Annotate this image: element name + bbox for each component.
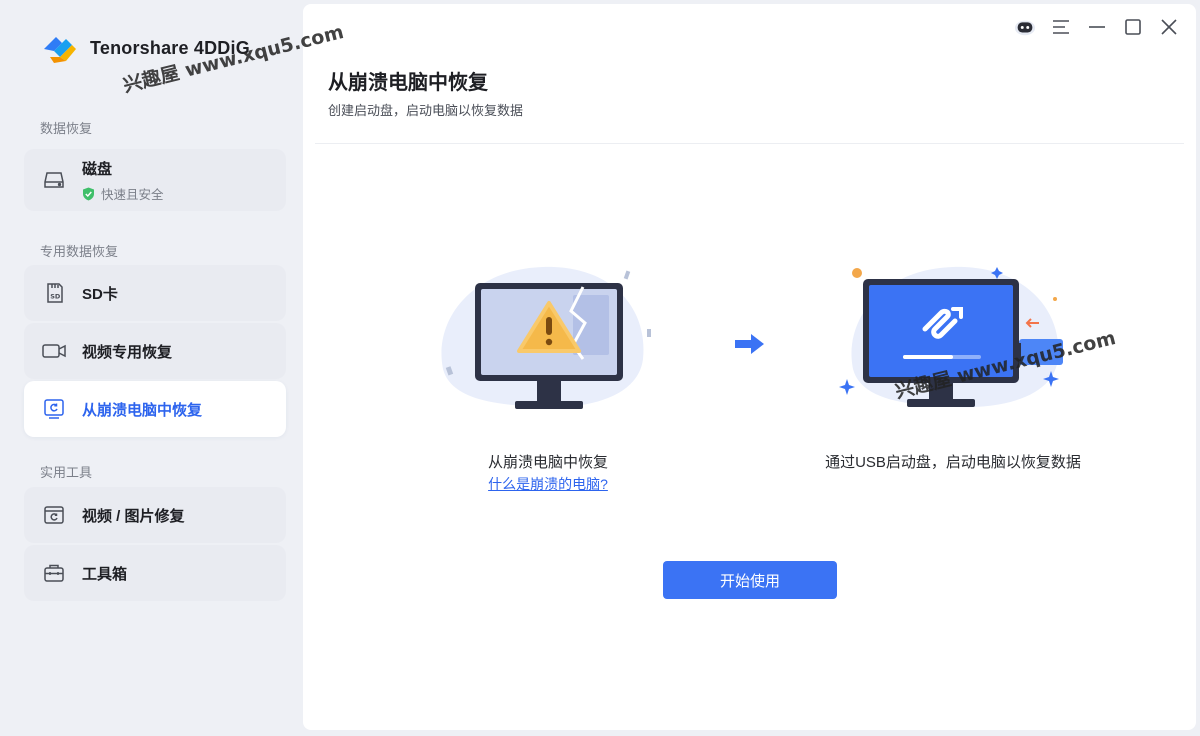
- minimize-icon[interactable]: [1086, 16, 1108, 38]
- crashed-computer-illustration: [433, 259, 653, 419]
- sidebar-item-video-recovery[interactable]: 视频专用恢复: [24, 323, 286, 379]
- video-camera-icon: [41, 338, 67, 364]
- sidebar-item-toolbox[interactable]: 工具箱: [24, 545, 286, 601]
- sidebar-item-photo-repair-label: 视频 / 图片修复: [82, 507, 185, 525]
- robot-feedback-icon[interactable]: [1014, 16, 1036, 38]
- sidebar: Tenorshare 4DDiG 数据恢复 磁盘 快速且安全 专用数据恢复 SD…: [0, 0, 303, 736]
- section-label-special-recovery: 专用数据恢复: [40, 244, 119, 259]
- arrow-right-icon: [734, 332, 766, 356]
- maximize-icon[interactable]: [1122, 16, 1144, 38]
- sidebar-item-disk[interactable]: 磁盘 快速且安全: [24, 149, 286, 211]
- menu-icon[interactable]: [1050, 16, 1072, 38]
- window-controls: [1014, 16, 1180, 38]
- sidebar-item-photo-repair[interactable]: 视频 / 图片修复: [24, 487, 286, 543]
- tenorshare-logo-icon: [40, 27, 82, 69]
- page-title: 从崩溃电脑中恢复: [328, 72, 488, 94]
- sidebar-item-toolbox-label: 工具箱: [82, 565, 128, 583]
- disk-status: 快速且安全: [82, 184, 164, 203]
- start-button[interactable]: 开始使用: [663, 561, 837, 599]
- page-subtitle: 创建启动盘，启动电脑以恢复数据: [328, 103, 524, 118]
- what-is-crashed-computer-link[interactable]: 什么是崩溃的电脑?: [453, 474, 643, 494]
- right-caption: 通过USB启动盘，启动电脑以恢复数据: [825, 454, 1081, 471]
- shield-check-icon: [83, 187, 94, 200]
- photo-repair-icon: [41, 502, 67, 528]
- sidebar-item-crash-recovery[interactable]: 从崩溃电脑中恢复: [24, 381, 286, 437]
- sidebar-item-disk-label: 磁盘: [82, 161, 113, 178]
- disk-status-text: 快速且安全: [101, 188, 164, 202]
- sidebar-item-sd-card[interactable]: SD SD卡: [24, 265, 286, 321]
- sidebar-item-crash-recovery-label: 从崩溃电脑中恢复: [82, 401, 203, 419]
- usb-boot-illustration: [833, 259, 1073, 419]
- section-label-tools: 实用工具: [40, 465, 93, 480]
- toolbox-icon: [41, 560, 67, 586]
- close-icon[interactable]: [1158, 16, 1180, 38]
- main-panel: 从崩溃电脑中恢复 创建启动盘，启动电脑以恢复数据 从崩溃电脑中恢复 什么是崩溃的…: [303, 4, 1196, 730]
- hard-disk-icon: [41, 167, 67, 193]
- sidebar-item-video-recovery-label: 视频专用恢复: [82, 343, 173, 361]
- divider: [315, 143, 1184, 144]
- monitor-refresh-icon: [41, 396, 67, 422]
- sd-card-icon: SD: [41, 280, 67, 306]
- svg-text:SD: SD: [50, 293, 61, 301]
- sidebar-item-sd-card-label: SD卡: [82, 285, 118, 303]
- left-caption: 从崩溃电脑中恢复: [487, 454, 608, 471]
- section-label-data-recovery: 数据恢复: [40, 121, 93, 136]
